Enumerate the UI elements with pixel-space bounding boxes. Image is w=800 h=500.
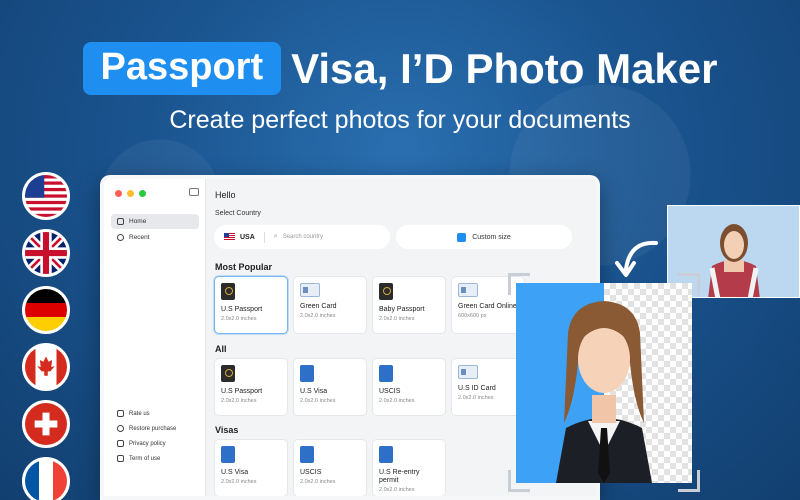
document-card-size: 2.0x2.0 inches [379, 398, 415, 404]
document-card-size: 2.0x2.0 inches [221, 479, 257, 485]
visas-title: Visas [215, 425, 239, 435]
document-card-size: 2.0x2.0 inches [458, 395, 494, 401]
switzerland-flag-icon [22, 400, 70, 448]
germany-flag-icon [22, 286, 70, 334]
document-card[interactable]: U.S Visa 2.0x2.0 inches [293, 358, 367, 416]
sidebar: Home Recent Rate us Restore purchase Pri… [104, 179, 206, 496]
custom-size-button[interactable]: Custom size [396, 225, 572, 249]
privacy-policy-link[interactable]: Privacy policy [117, 440, 176, 447]
document-icon [379, 365, 393, 382]
headline-title: Visa, I’D Photo Maker [291, 44, 718, 92]
document-card[interactable]: U.S Passport 2.0x2.0 inches [214, 276, 288, 334]
france-flag-icon [22, 457, 70, 500]
window-controls [115, 190, 146, 197]
document-card[interactable]: U.S ID Card 2.0x2.0 inches [451, 358, 525, 416]
document-icon [221, 283, 235, 300]
restore-icon [117, 425, 124, 432]
shield-icon [117, 440, 124, 447]
document-icon [458, 283, 478, 297]
search-country-input[interactable]: Search country [283, 234, 323, 240]
rate-us-link[interactable]: Rate us [117, 410, 176, 417]
sidebar-toggle-icon[interactable] [189, 188, 199, 196]
sidebar-footer: Rate us Restore purchase Privacy policy … [117, 410, 176, 462]
flag-list [22, 172, 70, 500]
sidebar-item-label: Home [129, 218, 147, 225]
us-flag-icon [22, 172, 70, 220]
divider [263, 231, 265, 243]
us-flag-icon [224, 233, 235, 241]
document-card-size: 2.0x2.0 inches [300, 398, 336, 404]
custom-size-label: Custom size [472, 233, 511, 241]
document-card[interactable]: U.S Re-entry permit 2.0x2.0 inches [372, 439, 446, 496]
all-title: All [215, 344, 227, 354]
minimize-window-button[interactable] [127, 190, 134, 197]
most-popular-title: Most Popular [215, 262, 273, 272]
document-card-size: 2.0x2.0 inches [221, 398, 257, 404]
document-icon [379, 446, 393, 463]
sidebar-item-recent[interactable]: Recent [111, 230, 199, 245]
document-card-size: 600x600 px [458, 313, 487, 319]
document-card[interactable]: Baby Passport 2.0x2.0 inches [372, 276, 446, 334]
document-card-size: 2.0x2.0 inches [221, 316, 257, 322]
clock-icon [117, 234, 124, 241]
country-code: USA [240, 233, 255, 241]
document-card-name: U.S ID Card [458, 385, 496, 392]
close-window-button[interactable] [115, 190, 122, 197]
passport-photo [516, 283, 692, 483]
document-icon [117, 455, 124, 462]
headline-subtitle: Create perfect photos for your documents [169, 106, 631, 134]
document-icon [221, 365, 235, 382]
document-card-name: U.S Re-entry permit [379, 469, 420, 484]
document-card-name: USCIS [300, 469, 322, 476]
country-selector[interactable]: USA ⌕ Search country [214, 225, 390, 249]
document-card-name: U.S Passport [221, 388, 263, 395]
document-card-name: U.S Passport [221, 306, 263, 313]
greeting: Hello [215, 190, 236, 200]
document-icon [458, 365, 478, 379]
headline: Passport Visa, I’D Photo Maker [0, 42, 800, 95]
edit-icon [457, 232, 467, 242]
document-card-name: Green Card [300, 303, 337, 310]
restore-purchase-link[interactable]: Restore purchase [117, 425, 176, 432]
thumbs-up-icon [117, 410, 124, 417]
document-icon [300, 283, 320, 297]
document-card-name: U.S Visa [221, 469, 249, 476]
zoom-window-button[interactable] [139, 190, 146, 197]
document-card-size: 2.0x2.0 inches [300, 479, 336, 485]
search-icon: ⌕ [273, 233, 278, 240]
document-card[interactable]: U.S Passport 2.0x2.0 inches [214, 358, 288, 416]
sidebar-item-label: Recent [129, 234, 150, 241]
document-card-name: Baby Passport [379, 306, 425, 313]
woman-formal-photo [556, 301, 652, 483]
document-icon [221, 446, 235, 463]
curved-arrow-icon [615, 240, 658, 277]
document-icon [300, 365, 314, 382]
document-card-name: USCIS [379, 388, 401, 395]
document-card-size: 2.0x2.0 inches [300, 313, 336, 319]
home-icon [117, 218, 124, 225]
document-icon [300, 446, 314, 463]
document-card-size: 2.0x2.0 inches [379, 316, 415, 322]
document-card-size: 2.0x2.0 inches [379, 487, 415, 493]
sidebar-item-home[interactable]: Home [111, 214, 199, 229]
select-country-label: Select Country [215, 210, 261, 217]
document-card[interactable]: USCIS 2.0x2.0 inches [293, 439, 367, 496]
term-of-use-link[interactable]: Term of use [117, 455, 176, 462]
document-card-name: U.S Visa [300, 388, 328, 395]
document-card[interactable]: Green Card 2.0x2.0 inches [293, 276, 367, 334]
document-card-name: Green Card Online [458, 303, 517, 310]
document-card[interactable]: U.S Visa 2.0x2.0 inches [214, 439, 288, 496]
headline-highlight: Passport [82, 42, 282, 95]
document-icon [379, 283, 393, 300]
canada-flag-icon [22, 343, 70, 391]
uk-flag-icon [22, 229, 70, 277]
document-card[interactable]: USCIS 2.0x2.0 inches [372, 358, 446, 416]
